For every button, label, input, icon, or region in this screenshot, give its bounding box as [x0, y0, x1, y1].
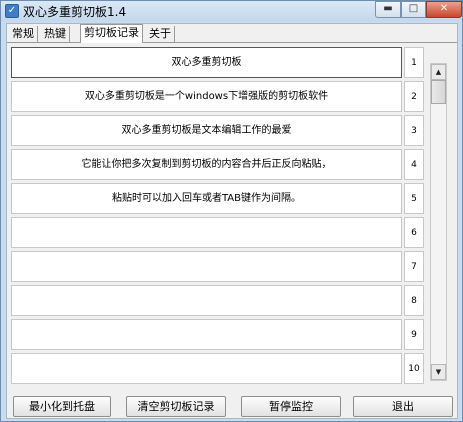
clip-number: 6: [404, 217, 424, 248]
pause-monitor-button[interactable]: 暂停监控: [241, 396, 341, 417]
button-bar: 最小化到托盘 清空剪切板记录 暂停监控 退出: [7, 396, 457, 418]
title-bar[interactable]: ✓ 双心多重剪切板1.4 ▬ □ ✕: [1, 1, 462, 21]
list-item[interactable]: 粘贴时可以加入回车或者TAB键作为间隔。 5: [11, 183, 425, 216]
list-item[interactable]: 双心多重剪切板是一个windows下增强版的剪切板软件 2: [11, 81, 425, 114]
clip-number: 7: [404, 251, 424, 282]
clip-number: 8: [404, 285, 424, 316]
tab-clipboard-history[interactable]: 剪切板记录: [80, 24, 143, 43]
maximize-button[interactable]: □: [401, 1, 426, 18]
list-item[interactable]: 双心多重剪切板 1: [11, 47, 425, 80]
list-item[interactable]: 9: [11, 319, 425, 352]
clip-text[interactable]: 它能让你把多次复制到剪切板的内容合并后正反向粘贴，: [11, 149, 402, 180]
clip-text[interactable]: [11, 285, 402, 316]
clipboard-list: 双心多重剪切板 1 双心多重剪切板是一个windows下增强版的剪切板软件 2 …: [11, 47, 425, 391]
app-window: ✓ 双心多重剪切板1.4 ▬ □ ✕ 常规 热键 剪切板记录 关于 双心多重剪切…: [0, 0, 463, 422]
clip-number: 5: [404, 183, 424, 214]
exit-button[interactable]: 退出: [353, 396, 453, 417]
clip-text[interactable]: 双心多重剪切板是一个windows下增强版的剪切板软件: [11, 81, 402, 112]
clip-number: 9: [404, 319, 424, 350]
clip-number: 1: [404, 47, 424, 78]
list-item[interactable]: 7: [11, 251, 425, 284]
clip-number: 2: [404, 81, 424, 112]
tab-general[interactable]: 常规: [9, 26, 38, 42]
clip-text[interactable]: 双心多重剪切板是文本编辑工作的最爱: [11, 115, 402, 146]
close-button[interactable]: ✕: [426, 1, 462, 18]
clip-text[interactable]: 双心多重剪切板: [11, 47, 402, 78]
list-item[interactable]: 6: [11, 217, 425, 250]
list-item[interactable]: 8: [11, 285, 425, 318]
tab-about[interactable]: 关于: [146, 26, 175, 42]
clip-number: 4: [404, 149, 424, 180]
list-scrollbar[interactable]: ▲ ▼: [430, 63, 447, 381]
tab-hotkeys[interactable]: 热键: [41, 26, 70, 42]
list-item[interactable]: 双心多重剪切板是文本编辑工作的最爱 3: [11, 115, 425, 148]
clip-text[interactable]: [11, 251, 402, 282]
minimize-button[interactable]: ▬: [375, 1, 401, 18]
scroll-down-icon[interactable]: ▼: [431, 364, 446, 380]
window-title: 双心多重剪切板1.4: [23, 5, 127, 19]
app-icon: ✓: [5, 4, 19, 18]
clip-text[interactable]: [11, 353, 402, 384]
tab-strip: 常规 热键 剪切板记录 关于: [7, 24, 457, 43]
clipboard-history-panel: 双心多重剪切板 1 双心多重剪切板是一个windows下增强版的剪切板软件 2 …: [7, 42, 457, 386]
clip-number: 3: [404, 115, 424, 146]
scroll-up-icon[interactable]: ▲: [431, 64, 446, 80]
list-item[interactable]: 10: [11, 353, 425, 386]
list-item[interactable]: 它能让你把多次复制到剪切板的内容合并后正反向粘贴， 4: [11, 149, 425, 182]
clear-clipboard-button[interactable]: 清空剪切板记录: [126, 396, 226, 417]
clip-text[interactable]: [11, 217, 402, 248]
minimize-to-tray-button[interactable]: 最小化到托盘: [13, 396, 111, 417]
clip-text[interactable]: [11, 319, 402, 350]
client-area: 常规 热键 剪切板记录 关于 双心多重剪切板 1 双心多重剪切板是一个windo…: [6, 23, 458, 419]
clip-number: 10: [404, 353, 424, 384]
scroll-thumb[interactable]: [431, 80, 446, 104]
clip-text[interactable]: 粘贴时可以加入回车或者TAB键作为间隔。: [11, 183, 402, 214]
